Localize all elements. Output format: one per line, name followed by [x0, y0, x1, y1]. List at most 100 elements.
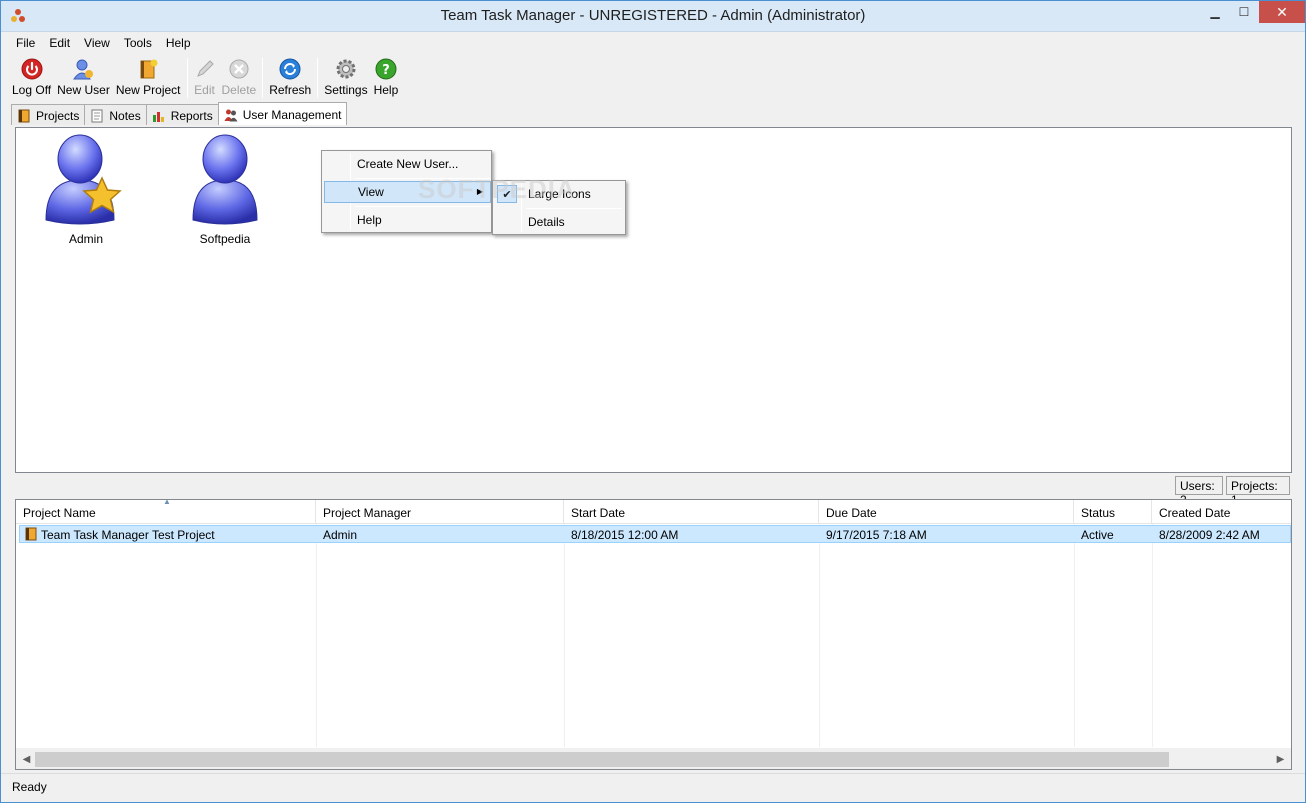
menu-item-label: View: [358, 185, 384, 199]
column-label: Start Date: [571, 506, 626, 520]
new-project-icon: [140, 59, 158, 79]
column-label: Project Manager: [323, 506, 412, 520]
menu-help[interactable]: Help: [159, 34, 198, 54]
status-bar: Ready: [1, 773, 1305, 802]
projects-list-view[interactable]: Project Name ▲ Project Manager Start Dat…: [15, 499, 1292, 770]
new-user-label: New User: [57, 83, 110, 97]
svg-text:?: ?: [382, 63, 390, 78]
users-list-view[interactable]: Admin Softpedia: [15, 127, 1292, 473]
tab-reports[interactable]: Reports: [145, 104, 219, 125]
help-button[interactable]: ? Help: [371, 56, 402, 100]
column-label: Created Date: [1159, 506, 1231, 520]
power-icon: [21, 58, 43, 80]
tab-notes-label: Notes: [109, 109, 141, 123]
user-name-admin: Admin: [68, 232, 103, 246]
submenu-arrow-icon: ▶: [476, 187, 483, 196]
menu-item-create-new-user[interactable]: Create New User...: [324, 153, 489, 175]
column-header-project-name[interactable]: Project Name ▲: [16, 500, 316, 524]
horizontal-scrollbar[interactable]: ◀ ▶: [16, 748, 1291, 769]
column-divider: [316, 524, 317, 747]
settings-button[interactable]: Settings: [321, 56, 370, 100]
users-icon: [224, 109, 238, 122]
cell-status: Active: [1081, 528, 1114, 542]
user-icon: [192, 134, 258, 225]
toolbar: Log Off New User New Project Edit Delete…: [9, 56, 401, 100]
column-header-start-date[interactable]: Start Date: [564, 500, 819, 524]
user-name-softpedia: Softpedia: [199, 232, 251, 246]
reports-chart-icon: [152, 112, 164, 122]
log-off-button[interactable]: Log Off: [9, 56, 54, 100]
column-header-created-date[interactable]: Created Date: [1152, 500, 1291, 524]
refresh-label: Refresh: [269, 83, 312, 97]
menu-item-label: Large Icons: [528, 187, 591, 201]
column-label: Project Name: [23, 506, 96, 520]
menu-item-label: Help: [357, 213, 382, 227]
tab-projects-label: Projects: [36, 109, 80, 123]
menu-item-help[interactable]: Help: [324, 209, 489, 231]
menu-item-label: Details: [528, 215, 565, 229]
column-divider: [1074, 524, 1075, 747]
admin-user-star-icon: [45, 134, 122, 225]
project-book-icon: [25, 527, 37, 541]
help-icon: ?: [375, 58, 397, 80]
menu-separator: [355, 178, 490, 179]
tab-reports-label: Reports: [170, 109, 213, 123]
user-tile-admin[interactable]: Admin: [31, 132, 141, 246]
delete-label: Delete: [221, 83, 257, 97]
new-project-button[interactable]: New Project: [113, 56, 184, 100]
column-header-project-manager[interactable]: Project Manager: [316, 500, 564, 524]
column-header-due-date[interactable]: Due Date: [819, 500, 1074, 524]
checkmark-icon: ✔: [497, 185, 517, 203]
app-window: Team Task Manager - UNREGISTERED - Admin…: [0, 0, 1306, 803]
gear-icon: [336, 59, 356, 79]
menu-edit[interactable]: Edit: [42, 34, 77, 54]
column-divider: [564, 524, 565, 747]
menu-view[interactable]: View: [77, 34, 117, 54]
tab-projects[interactable]: Projects: [11, 104, 86, 125]
cell-start-date: 8/18/2015 12:00 AM: [571, 528, 679, 542]
pencil-icon: [196, 60, 214, 77]
project-book-icon: [18, 109, 30, 123]
sort-ascending-icon: ▲: [163, 499, 171, 506]
menu-item-view[interactable]: View ▶: [324, 181, 491, 203]
column-header-status[interactable]: Status: [1074, 500, 1152, 524]
menu-separator: [355, 206, 490, 207]
scroll-right-arrow-icon[interactable]: ▶: [1272, 752, 1289, 767]
column-label: Due Date: [826, 506, 877, 520]
window-title: Team Task Manager - UNREGISTERED - Admin…: [440, 7, 866, 24]
delete-icon: [229, 59, 249, 79]
maximize-button[interactable]: ☐: [1230, 1, 1258, 23]
scroll-left-arrow-icon[interactable]: ◀: [18, 752, 35, 767]
log-off-label: Log Off: [12, 83, 52, 97]
cell-due-date: 9/17/2015 7:18 AM: [826, 528, 927, 542]
tab-notes[interactable]: Notes: [84, 104, 147, 125]
cell-project-manager: Admin: [323, 528, 358, 542]
close-button[interactable]: ✕: [1259, 1, 1305, 23]
column-label: Status: [1081, 506, 1116, 520]
toolbar-separator: [262, 58, 264, 98]
notes-icon: [91, 109, 103, 123]
scrollbar-thumb[interactable]: [35, 752, 1169, 767]
title-bar: Team Task Manager - UNREGISTERED - Admin…: [1, 1, 1305, 32]
menu-tools[interactable]: Tools: [117, 34, 159, 54]
users-count: Users: 2: [1175, 476, 1223, 507]
tab-user-management[interactable]: User Management: [217, 102, 348, 125]
refresh-icon: [279, 58, 301, 80]
table-row[interactable]: Team Task Manager Test Project Admin 8/1…: [19, 525, 1291, 543]
menu-separator: [526, 208, 622, 209]
settings-label: Settings: [324, 83, 368, 97]
user-tile-softpedia[interactable]: Softpedia: [170, 132, 280, 246]
delete-button[interactable]: Delete: [219, 56, 260, 100]
projects-count: Projects: 1: [1226, 476, 1290, 507]
new-user-button[interactable]: New User: [54, 56, 113, 100]
menu-item-details[interactable]: Details: [495, 211, 623, 233]
toolbar-separator: [186, 58, 188, 98]
minimize-button[interactable]: ▁: [1201, 1, 1229, 23]
menu-file[interactable]: File: [9, 34, 42, 54]
status-text: Ready: [12, 780, 47, 794]
edit-button[interactable]: Edit: [191, 56, 219, 100]
column-divider: [1152, 524, 1153, 747]
context-menu: Create New User... View ▶ Help: [321, 150, 492, 233]
refresh-button[interactable]: Refresh: [266, 56, 314, 100]
menu-item-large-icons[interactable]: ✔ Large Icons: [495, 183, 623, 205]
